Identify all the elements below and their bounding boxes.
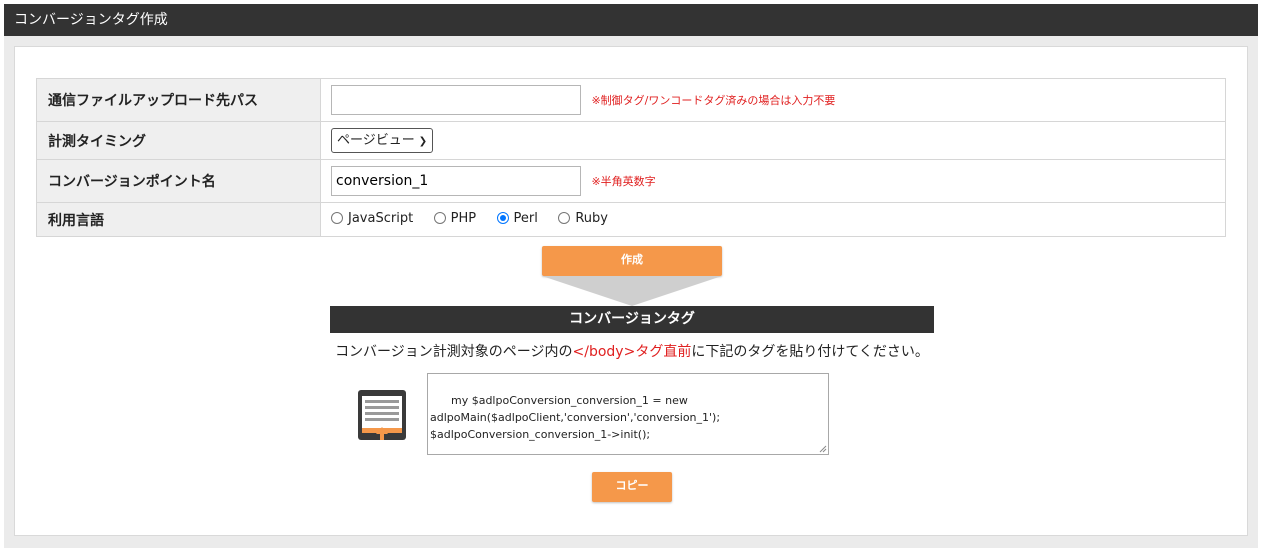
radio-button[interactable] bbox=[331, 212, 343, 225]
settings-table: 通信ファイルアップロード先パス ※制御タグ/ワンコードタグ済みの場合は入力不要 … bbox=[36, 78, 1226, 237]
row-conversion-name: コンバージョンポイント名 ※半角英数字 bbox=[36, 159, 1226, 203]
upload-path-input[interactable] bbox=[331, 85, 581, 115]
row-upload-path: 通信ファイルアップロード先パス ※制御タグ/ワンコードタグ済みの場合は入力不要 bbox=[36, 78, 1226, 122]
radio-perl[interactable]: Perl bbox=[496, 210, 538, 226]
instruction-highlight: </body>タグ直前 bbox=[572, 344, 692, 360]
radio-php[interactable]: PHP bbox=[433, 210, 477, 226]
chevron-down-icon: ❯ bbox=[418, 136, 428, 147]
conversion-name-input[interactable] bbox=[331, 166, 581, 196]
tag-code-text: my $adlpoConversion_conversion_1 = new a… bbox=[430, 394, 721, 441]
timing-select[interactable]: ページビュー ❯ bbox=[331, 128, 434, 153]
instruction-post: に下記のタグを貼り付けてください。 bbox=[691, 344, 929, 360]
radio-label: Ruby bbox=[575, 210, 608, 226]
result-title: コンバージョンタグ bbox=[330, 306, 934, 333]
upload-path-label: 通信ファイルアップロード先パス bbox=[36, 78, 321, 122]
timing-label: 計測タイミング bbox=[36, 121, 321, 160]
timing-select-value: ページビュー bbox=[337, 133, 415, 148]
radio-ruby[interactable]: Ruby bbox=[558, 211, 608, 226]
radio-button-selected[interactable] bbox=[496, 212, 509, 225]
language-label: 利用言語 bbox=[36, 202, 321, 237]
create-button[interactable]: 作成 bbox=[542, 246, 722, 276]
instruction-pre: コンバージョン計測対象のページ内の bbox=[335, 344, 573, 360]
radio-button[interactable] bbox=[558, 212, 571, 225]
instruction-text: コンバージョン計測対象のページ内の</body>タグ直前に下記のタグを貼り付けて… bbox=[15, 341, 1249, 361]
row-language: 利用言語 JavaScript PHP Perl Ruby bbox=[36, 202, 1226, 237]
page-title: コンバージョンタグ作成 bbox=[14, 12, 168, 28]
page-header: コンバージョンタグ作成 bbox=[4, 4, 1258, 36]
resize-handle-icon[interactable] bbox=[819, 445, 827, 453]
row-timing: 計測タイミング ページビュー ❯ bbox=[36, 121, 1226, 160]
content-area: 通信ファイルアップロード先パス ※制御タグ/ワンコードタグ済みの場合は入力不要 … bbox=[4, 36, 1258, 548]
copy-button[interactable]: コピー bbox=[592, 472, 672, 502]
form-panel: 通信ファイルアップロード先パス ※制御タグ/ワンコードタグ済みの場合は入力不要 … bbox=[14, 46, 1248, 536]
conversion-name-label: コンバージョンポイント名 bbox=[36, 159, 321, 203]
radio-button[interactable] bbox=[433, 212, 446, 225]
radio-label: PHP bbox=[450, 210, 477, 226]
conversion-name-note: ※半角英数字 bbox=[591, 175, 656, 188]
arrow-down-icon bbox=[542, 276, 722, 306]
radio-label: JavaScript bbox=[348, 210, 414, 226]
radio-javascript[interactable]: JavaScript bbox=[331, 211, 413, 226]
upload-path-note: ※制御タグ/ワンコードタグ済みの場合は入力不要 bbox=[591, 94, 836, 107]
radio-label: Perl bbox=[513, 210, 538, 226]
tag-code-textarea[interactable]: my $adlpoConversion_conversion_1 = new a… bbox=[427, 373, 829, 455]
document-upload-icon bbox=[358, 390, 406, 440]
